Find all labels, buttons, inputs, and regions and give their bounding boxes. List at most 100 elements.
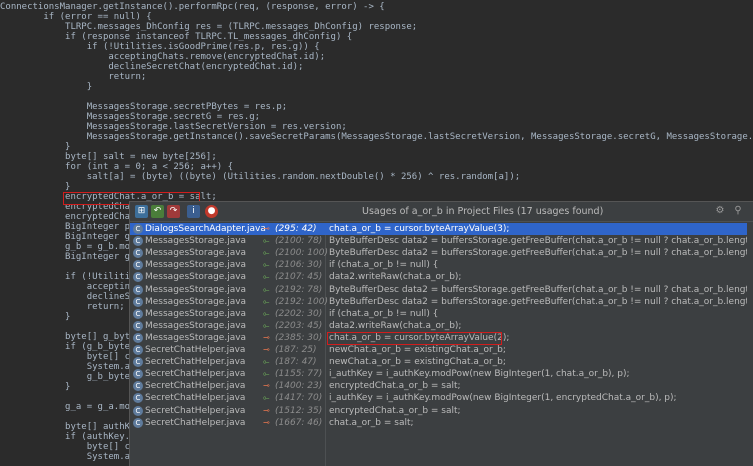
usage-location: (1512: 35) xyxy=(275,405,323,416)
usage-file-name: MessagesStorage.java xyxy=(145,296,247,307)
write-access-icon: ⊸ xyxy=(263,381,270,391)
usages-list: C DialogsSearchAdapter.java ⊸ (295: 42) chat… xyxy=(130,223,753,466)
usage-code: chat.a_or_b = cursor.byteArrayValue(2); xyxy=(329,332,510,343)
usage-file-name: MessagesStorage.java xyxy=(145,236,247,247)
usage-code: ByteBufferDesc data2 = buffersStorage.ge… xyxy=(329,248,753,259)
code-line[interactable]: BigInteger g_a xyxy=(0,251,141,263)
java-class-icon: C xyxy=(133,224,143,234)
code-line[interactable]: } xyxy=(0,311,70,323)
usage-location: (2203: 45) xyxy=(275,320,323,331)
java-class-icon: C xyxy=(133,345,143,355)
usage-row[interactable]: C SecretChatHelper.java ⊸ (1512: 35) encrypt… xyxy=(130,405,753,417)
usage-row[interactable]: C MessagesStorage.java ⟜ (2192: 100) ByteBuf… xyxy=(130,296,753,308)
write-access-icon: ⊸ xyxy=(263,345,270,354)
usage-location: (2202: 30) xyxy=(275,308,323,319)
usage-row[interactable]: C MessagesStorage.java ⟜ (2100: 78) ByteBuff… xyxy=(130,235,753,247)
next-usage-icon[interactable]: ↷ xyxy=(167,205,180,218)
java-class-icon: C xyxy=(133,369,143,380)
usage-file-name: DialogsSearchAdapter.java xyxy=(145,224,266,234)
usage-code: data2.writeRaw(chat.a_or_b); xyxy=(329,272,462,283)
write-access-icon: ⊸ xyxy=(263,224,270,233)
read-access-icon: ⟜ xyxy=(263,296,270,306)
usage-code: i_authKey = i_authKey.modPow(new BigInte… xyxy=(329,369,630,380)
pin-icon[interactable]: ⚲ xyxy=(732,205,744,217)
usage-row[interactable]: C SecretChatHelper.java ⊸ (187: 25) newChat.… xyxy=(130,344,753,356)
usage-code: encryptedChat.a_or_b = salt; xyxy=(329,405,461,416)
code-line[interactable]: } xyxy=(0,81,92,93)
usage-row[interactable]: C SecretChatHelper.java ⊸ (1400: 23) encrypt… xyxy=(130,380,753,392)
java-class-icon: C xyxy=(133,296,143,307)
read-access-icon: ⟜ xyxy=(263,236,270,246)
usage-file-name: SecretChatHelper.java xyxy=(145,381,246,392)
close-icon[interactable]: ● xyxy=(205,205,218,218)
usage-file-name: SecretChatHelper.java xyxy=(145,357,246,368)
usage-code: chat.a_or_b = salt; xyxy=(329,417,414,428)
java-class-icon: C xyxy=(133,332,143,343)
usage-file-name: MessagesStorage.java xyxy=(145,332,247,343)
code-line[interactable]: salt[a] = (byte) ((byte) (Utilities.rand… xyxy=(0,171,520,183)
scrollbar[interactable] xyxy=(747,223,753,466)
prev-usage-icon[interactable]: ↶ xyxy=(151,205,164,218)
usage-code: newChat.a_or_b = existingChat.a_or_b; xyxy=(329,357,506,368)
usage-code: if (chat.a_or_b != null) { xyxy=(329,260,439,271)
popup-title: Usages of a_or_b in Project Files (17 us… xyxy=(362,206,604,217)
read-access-icon: ⟜ xyxy=(263,248,270,258)
usage-location: (1400: 23) xyxy=(275,381,323,392)
usage-file-name: SecretChatHelper.java xyxy=(145,369,246,380)
usage-location: (2385: 30) xyxy=(275,332,323,343)
usage-file-name: SecretChatHelper.java xyxy=(145,417,246,428)
java-class-icon: C xyxy=(133,284,143,295)
usage-row[interactable]: C MessagesStorage.java ⟜ (2202: 30) if (chat… xyxy=(130,308,753,320)
usage-code: encryptedChat.a_or_b = salt; xyxy=(329,381,461,392)
code-line[interactable]: } xyxy=(0,381,70,393)
usage-location: (2107: 45) xyxy=(275,272,323,283)
usage-location: (2106: 30) xyxy=(275,260,323,271)
settings-icon[interactable]: ⚙ xyxy=(714,205,726,217)
java-class-icon: C xyxy=(133,320,143,331)
usage-code: ByteBufferDesc data2 = buffersStorage.ge… xyxy=(329,284,753,295)
info-icon[interactable]: i xyxy=(187,205,200,218)
usage-location: (1667: 46) xyxy=(275,417,323,428)
read-access-icon: ⟜ xyxy=(263,357,270,367)
usage-code: data2.writeRaw(chat.a_or_b); xyxy=(329,320,462,331)
usage-row[interactable]: C MessagesStorage.java ⊸ (2385: 30) chat.a_o… xyxy=(130,332,753,344)
usage-location: (2192: 100) xyxy=(275,296,328,307)
usage-row[interactable]: C SecretChatHelper.java ⟜ (1417: 70) i_authK… xyxy=(130,392,753,404)
java-class-icon: C xyxy=(133,417,143,428)
usage-file-name: SecretChatHelper.java xyxy=(145,345,246,355)
read-access-icon: ⟜ xyxy=(263,272,270,282)
usage-row[interactable]: C DialogsSearchAdapter.java ⊸ (295: 42) chat… xyxy=(130,223,753,235)
read-access-icon: ⟜ xyxy=(263,320,270,330)
read-access-icon: ⟜ xyxy=(263,308,270,318)
usage-location: (1417: 70) xyxy=(275,393,323,404)
java-class-icon: C xyxy=(133,248,143,259)
usage-row[interactable]: C MessagesStorage.java ⟜ (2107: 45) data2.wr… xyxy=(130,271,753,283)
write-access-icon: ⊸ xyxy=(263,405,270,415)
usage-file-name: MessagesStorage.java xyxy=(145,284,247,295)
java-class-icon: C xyxy=(133,393,143,404)
tree-icon[interactable]: ⊞ xyxy=(135,205,148,218)
usage-row[interactable]: C SecretChatHelper.java ⊸ (1667: 46) chat.a_… xyxy=(130,417,753,429)
java-class-icon: C xyxy=(133,272,143,283)
code-line[interactable]: g_a = g_a.modP xyxy=(0,401,141,413)
java-class-icon: C xyxy=(133,405,143,416)
write-access-icon: ⊸ xyxy=(263,332,270,342)
usage-row[interactable]: C MessagesStorage.java ⟜ (2192: 78) ByteBuff… xyxy=(130,284,753,296)
usage-row[interactable]: C SecretChatHelper.java ⟜ (187: 47) newChat.… xyxy=(130,356,753,368)
popup-header: ⊞ ↶ ↷ i ● Usages of a_or_b in Project Fi… xyxy=(130,202,753,222)
usage-code: i_authKey = i_authKey.modPow(new BigInte… xyxy=(329,393,677,404)
usage-location: (2100: 100) xyxy=(275,248,328,259)
usage-row[interactable]: C MessagesStorage.java ⟜ (2100: 100) ByteBuf… xyxy=(130,247,753,259)
usage-location: (187: 25) xyxy=(275,345,317,355)
usage-code: chat.a_or_b = cursor.byteArrayValue(3); xyxy=(329,224,510,234)
usage-code: if (chat.a_or_b != null) { xyxy=(329,308,439,319)
usage-row[interactable]: C MessagesStorage.java ⟜ (2106: 30) if (chat… xyxy=(130,259,753,271)
usage-file-name: SecretChatHelper.java xyxy=(145,393,246,404)
usage-code: ByteBufferDesc data2 = buffersStorage.ge… xyxy=(329,296,753,307)
code-line[interactable]: MessagesStorage.getInstance().saveSecret… xyxy=(0,131,753,143)
usage-location: (2100: 78) xyxy=(275,236,323,247)
usage-file-name: MessagesStorage.java xyxy=(145,248,247,259)
usage-row[interactable]: C SecretChatHelper.java ⟜ (1155: 77) i_authK… xyxy=(130,368,753,380)
usage-file-name: MessagesStorage.java xyxy=(145,260,247,271)
usage-row[interactable]: C MessagesStorage.java ⟜ (2203: 45) data2.wr… xyxy=(130,320,753,332)
